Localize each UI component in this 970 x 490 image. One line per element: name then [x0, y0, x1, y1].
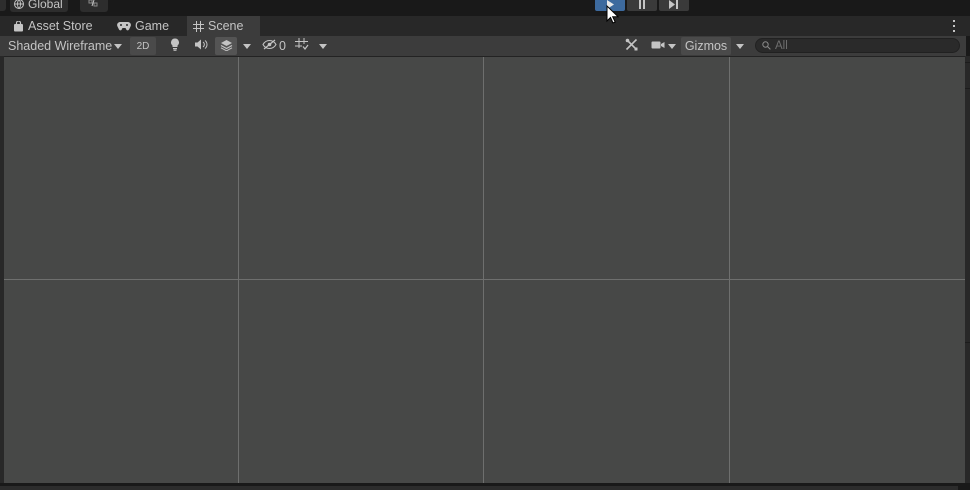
chevron-down-icon [667, 43, 676, 49]
tools-button[interactable] [620, 37, 642, 55]
grid-dropdown[interactable] [315, 37, 331, 55]
more-options-icon[interactable] [952, 20, 956, 32]
chevron-down-icon [243, 43, 251, 49]
tab-label: Asset Store [28, 19, 93, 33]
camera-icon [651, 39, 665, 53]
pivot-rotation-label: Global [28, 0, 63, 11]
gamepad-icon [117, 21, 131, 31]
step-icon [669, 0, 679, 12]
tab-asset-store[interactable]: Asset Store [8, 16, 113, 36]
grid-line [4, 279, 965, 280]
gizmos-toggle[interactable]: Gizmos [681, 37, 731, 55]
chevron-down-icon [736, 43, 744, 49]
chevron-down-icon [319, 43, 327, 49]
pivot-rotation-toggle[interactable]: Global [10, 0, 68, 12]
tab-label: Scene [208, 19, 244, 33]
grid-toggle[interactable] [291, 37, 313, 55]
tab-game[interactable]: Game [113, 16, 189, 36]
scene-toolbar: Shaded Wireframe 2D 0 Gizmos All [0, 36, 966, 57]
layers-icon [220, 39, 233, 54]
transform-tool-button[interactable] [0, 0, 6, 11]
gizmos-dropdown[interactable] [732, 37, 748, 55]
pause-icon [638, 0, 646, 12]
effects-toggle[interactable] [215, 37, 237, 55]
toolbar-left-group: Global [0, 0, 108, 12]
eye-slash-icon [262, 39, 277, 53]
grid-line [483, 57, 484, 483]
hidden-count: 0 [279, 39, 286, 53]
pause-button[interactable] [627, 0, 657, 11]
scene-viewport[interactable] [4, 57, 965, 483]
chevron-down-icon [114, 43, 123, 49]
grid-hash-icon [193, 20, 204, 32]
right-panel-edge [965, 56, 970, 490]
gizmos-label: Gizmos [684, 39, 728, 53]
bag-icon [13, 20, 24, 32]
search-icon [762, 39, 771, 53]
search-input[interactable] [775, 39, 945, 52]
draw-mode-label: Shaded Wireframe [8, 39, 113, 53]
speaker-icon [194, 39, 208, 53]
mouse-cursor-icon [606, 4, 620, 27]
camera-settings-dropdown[interactable] [647, 37, 679, 55]
snap-icon [87, 0, 101, 11]
2d-mode-label: 2D [136, 40, 150, 52]
step-button[interactable] [659, 0, 689, 11]
2d-mode-toggle[interactable]: 2D [130, 37, 156, 55]
tab-label: Game [135, 19, 170, 33]
globe-icon [13, 0, 25, 10]
bottom-panel-edge [0, 483, 970, 490]
tab-scene[interactable]: Scene [187, 16, 260, 36]
grid-line [238, 57, 239, 483]
grid-line [729, 57, 730, 483]
lightbulb-icon [170, 38, 180, 54]
draw-mode-dropdown[interactable]: Shaded Wireframe [4, 37, 124, 55]
window-tab-bar: Asset Store Game Scene [0, 16, 970, 36]
grid-snap-icon [295, 38, 309, 54]
bottom-panel-strip [0, 486, 958, 490]
main-toolbar: Global [0, 0, 970, 16]
audio-toggle[interactable] [190, 37, 212, 55]
lighting-toggle[interactable] [164, 37, 186, 55]
tools-icon [625, 38, 638, 54]
scene-visibility-toggle[interactable]: 0 [259, 37, 289, 55]
effects-dropdown[interactable] [239, 37, 255, 55]
scene-search-field[interactable] [755, 38, 960, 53]
grid-snap-button[interactable] [79, 0, 108, 12]
